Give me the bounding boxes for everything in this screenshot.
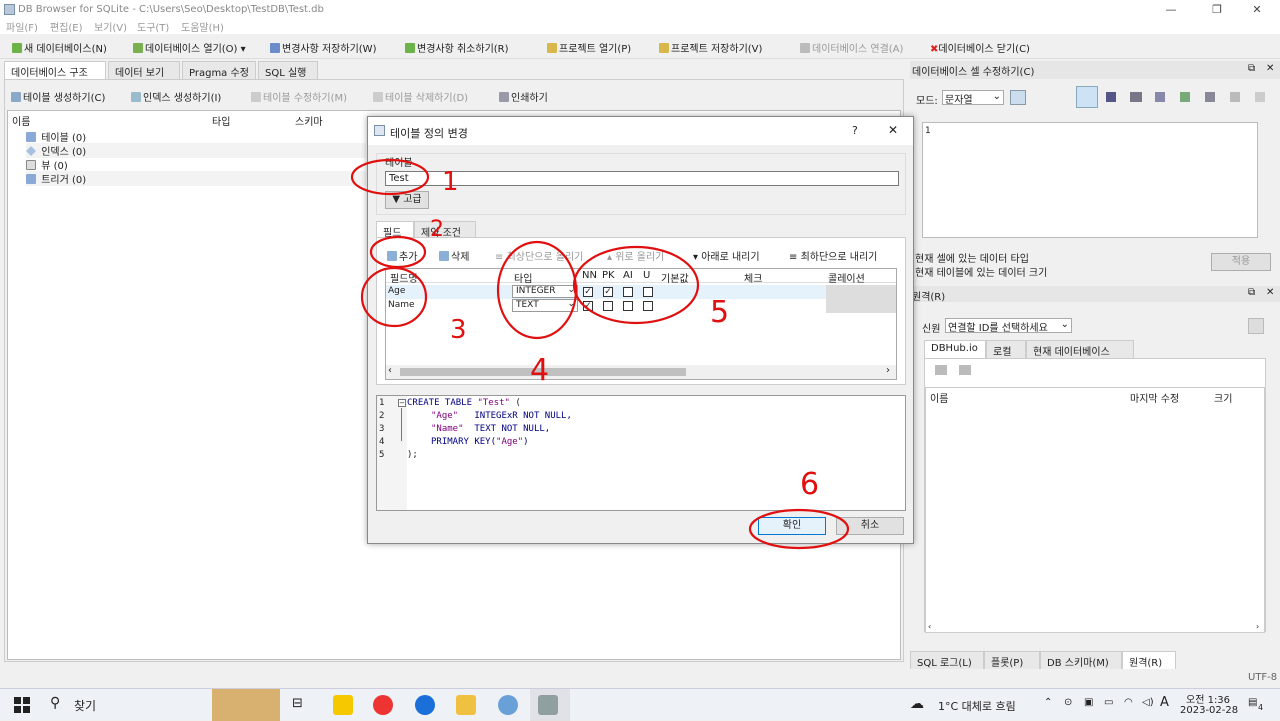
annotation-6: 6 <box>800 467 819 502</box>
clock-time[interactable]: 오전 1:36 <box>1186 691 1230 706</box>
annotation-circle-types <box>496 240 578 340</box>
windows-start-icon[interactable] <box>14 697 30 713</box>
taskbar: ⚲ 찾기 ⊟ ☁ 1°C 대체로 흐림 ⌃ ⊙ ▣ ▭ ◠ ◁) A 오전 1:… <box>0 688 1280 721</box>
app-icon-paint[interactable] <box>498 695 518 715</box>
annotation-circle-table-name <box>350 158 430 196</box>
weather-text[interactable]: 1°C 대체로 흐림 <box>938 698 1016 714</box>
search-highlight-image <box>212 689 280 721</box>
annotation-circle-field-names <box>360 266 428 328</box>
search-icon[interactable]: ⚲ <box>50 695 60 711</box>
annotation-1: 1 <box>442 167 459 197</box>
annotation-circle-add <box>369 235 427 269</box>
red-annotations: 1 2 3 4 5 6 <box>350 158 850 550</box>
annotation-2: 2 <box>430 217 444 242</box>
notification-icon[interactable]: ▤ <box>1248 697 1257 708</box>
file-explorer-icon[interactable] <box>456 695 476 715</box>
annotation-circle-ok <box>748 508 850 550</box>
chevron-up-icon[interactable]: ⌃ <box>1044 697 1052 708</box>
active-app-highlight <box>530 689 570 721</box>
clock-date[interactable]: 2023-02-28 <box>1180 705 1238 716</box>
notification-count: 4 <box>1258 703 1264 712</box>
weather-icon[interactable]: ☁ <box>910 696 924 712</box>
task-view-icon[interactable]: ⊟ <box>292 696 303 711</box>
chrome-icon[interactable] <box>373 695 393 715</box>
annotation-circle-flags <box>572 245 700 325</box>
app-icon-blue[interactable] <box>415 695 435 715</box>
battery-icon[interactable]: ▭ <box>1104 697 1113 708</box>
wifi-icon[interactable]: ◠ <box>1124 697 1133 708</box>
annotation-5: 5 <box>710 295 729 330</box>
tray-icon-1[interactable]: ⊙ <box>1064 697 1072 708</box>
annotation-4: 4 <box>530 353 549 388</box>
tray-icon-2[interactable]: ▣ <box>1084 697 1093 708</box>
sticky-notes-icon[interactable] <box>333 695 353 715</box>
taskbar-search[interactable]: 찾기 <box>74 697 96 714</box>
ime-indicator[interactable]: A <box>1160 695 1169 710</box>
volume-icon[interactable]: ◁) <box>1142 697 1154 708</box>
annotation-3: 3 <box>450 315 467 345</box>
